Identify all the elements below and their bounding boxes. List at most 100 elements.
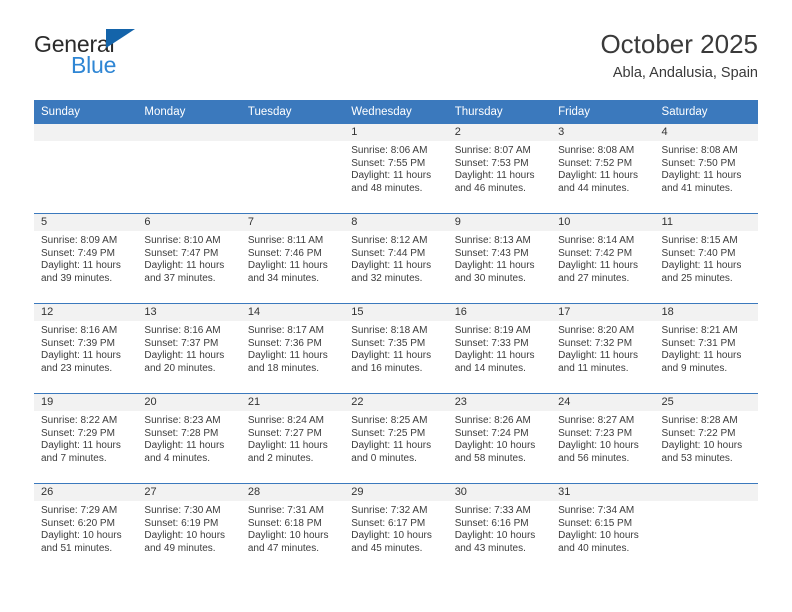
daylight-duration-line2: and 23 minutes.: [41, 362, 113, 374]
day-number: 17: [551, 304, 655, 321]
sunrise-time: Sunrise: 8:11 AM: [247, 235, 324, 246]
day-number: [654, 484, 758, 501]
daylight-duration-line1: Daylight: 10 hours: [454, 530, 536, 542]
daylight-duration-line1: Daylight: 11 hours: [351, 350, 432, 362]
day-number: 10: [551, 214, 655, 231]
calendar-day-cell[interactable]: 30 Sunrise: 7:33 AM Sunset: 6:16 PM Dayligh…: [447, 484, 552, 573]
calendar-week-row: 19 Sunrise: 8:22 AM Sunset: 7:29 PM Dayligh…: [34, 393, 758, 483]
sunset-time: Sunset: 7:40 PM: [661, 247, 736, 259]
weekday-header-monday: Monday: [144, 106, 186, 118]
day-details: Sunrise: 8:27 AM Sunset: 7:23 PM Daylight:…: [551, 411, 654, 465]
day-details: Sunrise: 8:26 AM Sunset: 7:24 PM Daylight:…: [448, 411, 551, 465]
brand-logo: General Blue: [34, 26, 234, 77]
daylight-duration-line1: Daylight: 11 hours: [247, 350, 328, 362]
day-details: Sunrise: 7:31 AM Sunset: 6:18 PM Daylight:…: [241, 501, 344, 555]
daylight-duration-line1: Daylight: 11 hours: [558, 350, 638, 362]
calendar-week-row: 5 Sunrise: 8:09 AM Sunset: 7:49 PM Daylight…: [34, 213, 758, 303]
calendar-day-cell[interactable]: 24 Sunrise: 8:27 AM Sunset: 7:23 PM Dayligh…: [551, 394, 655, 483]
day-details: Sunrise: 8:16 AM Sunset: 7:37 PM Daylight:…: [137, 321, 240, 375]
calendar-day-cell[interactable]: 8 Sunrise: 8:12 AM Sunset: 7:44 PM Daylight…: [344, 214, 448, 303]
sunset-time: Sunset: 7:27 PM: [247, 427, 322, 439]
day-number: 20: [137, 394, 241, 411]
day-number: 21: [240, 394, 345, 411]
daylight-duration-line2: and 48 minutes.: [351, 182, 423, 194]
daylight-duration-line1: Daylight: 10 hours: [351, 530, 432, 542]
day-number: 27: [137, 484, 241, 501]
calendar-day-cell[interactable]: 21 Sunrise: 8:24 AM Sunset: 7:27 PM Dayligh…: [240, 394, 345, 483]
calendar-day-cell[interactable]: 16 Sunrise: 8:19 AM Sunset: 7:33 PM Dayligh…: [447, 304, 552, 393]
calendar-day-cell[interactable]: 11 Sunrise: 8:15 AM Sunset: 7:40 PM Dayligh…: [654, 214, 758, 303]
calendar-day-cell[interactable]: 4 Sunrise: 8:08 AM Sunset: 7:50 PM Daylight…: [654, 124, 758, 213]
daylight-duration-line2: and 32 minutes.: [351, 272, 423, 284]
calendar-day-cell[interactable]: 6 Sunrise: 8:10 AM Sunset: 7:47 PM Daylight…: [137, 214, 241, 303]
sunset-time: Sunset: 7:44 PM: [351, 247, 426, 259]
daylight-duration-line1: Daylight: 11 hours: [351, 440, 432, 452]
weekday-header-thursday: Thursday: [454, 106, 503, 118]
sunrise-time: Sunrise: 8:27 AM: [558, 415, 635, 426]
day-details: Sunrise: 8:17 AM Sunset: 7:36 PM Daylight:…: [241, 321, 344, 375]
daylight-duration-line1: Daylight: 11 hours: [661, 170, 742, 182]
sunset-time: Sunset: 7:31 PM: [661, 337, 736, 349]
daylight-duration-line1: Daylight: 11 hours: [41, 350, 121, 362]
calendar-day-cell[interactable]: 13 Sunrise: 8:16 AM Sunset: 7:37 PM Dayligh…: [137, 304, 241, 393]
daylight-duration-line2: and 43 minutes.: [454, 542, 526, 554]
calendar-day-cell[interactable]: 18 Sunrise: 8:21 AM Sunset: 7:31 PM Dayligh…: [654, 304, 758, 393]
calendar-day-cell[interactable]: 28 Sunrise: 7:31 AM Sunset: 6:18 PM Dayligh…: [240, 484, 345, 573]
page-header: General Blue October 2025 Abla, Andalusi…: [0, 0, 792, 100]
daylight-duration-line2: and 49 minutes.: [144, 542, 216, 554]
calendar-day-cell[interactable]: 17 Sunrise: 8:20 AM Sunset: 7:32 PM Dayligh…: [551, 304, 655, 393]
day-details: Sunrise: 8:13 AM Sunset: 7:43 PM Daylight:…: [448, 231, 551, 285]
day-details: Sunrise: 7:32 AM Sunset: 6:17 PM Daylight:…: [344, 501, 447, 555]
calendar-day-cell[interactable]: 12 Sunrise: 8:16 AM Sunset: 7:39 PM Dayligh…: [34, 304, 138, 393]
calendar-day-cell[interactable]: 20 Sunrise: 8:23 AM Sunset: 7:28 PM Dayligh…: [137, 394, 241, 483]
calendar-day-cell[interactable]: 9 Sunrise: 8:13 AM Sunset: 7:43 PM Daylight…: [447, 214, 552, 303]
sunrise-time: Sunrise: 8:12 AM: [351, 235, 428, 246]
sunrise-time: Sunrise: 8:08 AM: [661, 145, 738, 156]
sunset-time: Sunset: 7:25 PM: [351, 427, 426, 439]
day-number: 2: [447, 124, 552, 141]
daylight-duration-line1: Daylight: 11 hours: [41, 440, 121, 452]
calendar-day-cell[interactable]: 7 Sunrise: 8:11 AM Sunset: 7:46 PM Daylight…: [240, 214, 345, 303]
calendar-day-cell[interactable]: 10 Sunrise: 8:14 AM Sunset: 7:42 PM Dayligh…: [551, 214, 655, 303]
calendar-day-cell[interactable]: 3 Sunrise: 8:08 AM Sunset: 7:52 PM Daylight…: [551, 124, 655, 213]
calendar-day-cell-empty: [137, 124, 241, 213]
calendar-day-cell[interactable]: 14 Sunrise: 8:17 AM Sunset: 7:36 PM Dayligh…: [240, 304, 345, 393]
day-details: Sunrise: 8:28 AM Sunset: 7:22 PM Daylight:…: [655, 411, 758, 465]
title-block: October 2025 Abla, Andalusia, Spain: [600, 26, 758, 84]
calendar-day-cell[interactable]: 31 Sunrise: 7:34 AM Sunset: 6:15 PM Dayligh…: [551, 484, 655, 573]
calendar-day-cell[interactable]: 15 Sunrise: 8:18 AM Sunset: 7:35 PM Dayligh…: [344, 304, 448, 393]
calendar-day-cell[interactable]: 2 Sunrise: 8:07 AM Sunset: 7:53 PM Daylight…: [447, 124, 552, 213]
daylight-duration-line1: Daylight: 11 hours: [41, 260, 121, 272]
day-details: Sunrise: 8:12 AM Sunset: 7:44 PM Daylight:…: [344, 231, 447, 285]
sunset-time: Sunset: 7:46 PM: [247, 247, 322, 259]
sunrise-time: Sunrise: 7:30 AM: [144, 505, 221, 516]
sunset-time: Sunset: 6:19 PM: [144, 517, 219, 529]
day-details: Sunrise: 7:29 AM Sunset: 6:20 PM Daylight:…: [34, 501, 137, 555]
calendar-grid: Sunday Monday Tuesday Wednesday Thursday Frid…: [34, 100, 758, 573]
day-number: 6: [137, 214, 241, 231]
calendar-day-cell[interactable]: 1 Sunrise: 8:06 AM Sunset: 7:55 PM Daylight…: [344, 124, 448, 213]
day-number: 19: [34, 394, 138, 411]
calendar-day-cell[interactable]: 29 Sunrise: 7:32 AM Sunset: 6:17 PM Dayligh…: [344, 484, 448, 573]
daylight-duration-line1: Daylight: 11 hours: [247, 260, 328, 272]
calendar-day-cell[interactable]: 25 Sunrise: 8:28 AM Sunset: 7:22 PM Dayligh…: [654, 394, 758, 483]
calendar-day-cell[interactable]: 19 Sunrise: 8:22 AM Sunset: 7:29 PM Dayligh…: [34, 394, 138, 483]
calendar-day-cell[interactable]: 27 Sunrise: 7:30 AM Sunset: 6:19 PM Dayligh…: [137, 484, 241, 573]
calendar-day-cell[interactable]: 23 Sunrise: 8:26 AM Sunset: 7:24 PM Dayligh…: [447, 394, 552, 483]
day-details: Sunrise: 8:24 AM Sunset: 7:27 PM Daylight:…: [241, 411, 344, 465]
weekday-header-tuesday: Tuesday: [247, 106, 292, 118]
day-details: Sunrise: 8:19 AM Sunset: 7:33 PM Daylight:…: [448, 321, 551, 375]
daylight-duration-line2: and 16 minutes.: [351, 362, 423, 374]
calendar-day-cell[interactable]: 22 Sunrise: 8:25 AM Sunset: 7:25 PM Dayligh…: [344, 394, 448, 483]
calendar-day-cell[interactable]: 26 Sunrise: 7:29 AM Sunset: 6:20 PM Dayligh…: [34, 484, 138, 573]
daylight-duration-line2: and 11 minutes.: [558, 362, 629, 374]
daylight-duration-line2: and 2 minutes.: [247, 452, 314, 464]
sunrise-time: Sunrise: 8:10 AM: [144, 235, 221, 246]
sunrise-time: Sunrise: 8:16 AM: [41, 325, 118, 336]
sunset-time: Sunset: 7:22 PM: [661, 427, 736, 439]
calendar-week-row: 12 Sunrise: 8:16 AM Sunset: 7:39 PM Dayligh…: [34, 303, 758, 393]
daylight-duration-line2: and 51 minutes.: [41, 542, 113, 554]
sunset-time: Sunset: 6:20 PM: [41, 517, 115, 529]
calendar-day-cell[interactable]: 5 Sunrise: 8:09 AM Sunset: 7:49 PM Daylight…: [34, 214, 138, 303]
daylight-duration-line1: Daylight: 11 hours: [558, 170, 638, 182]
